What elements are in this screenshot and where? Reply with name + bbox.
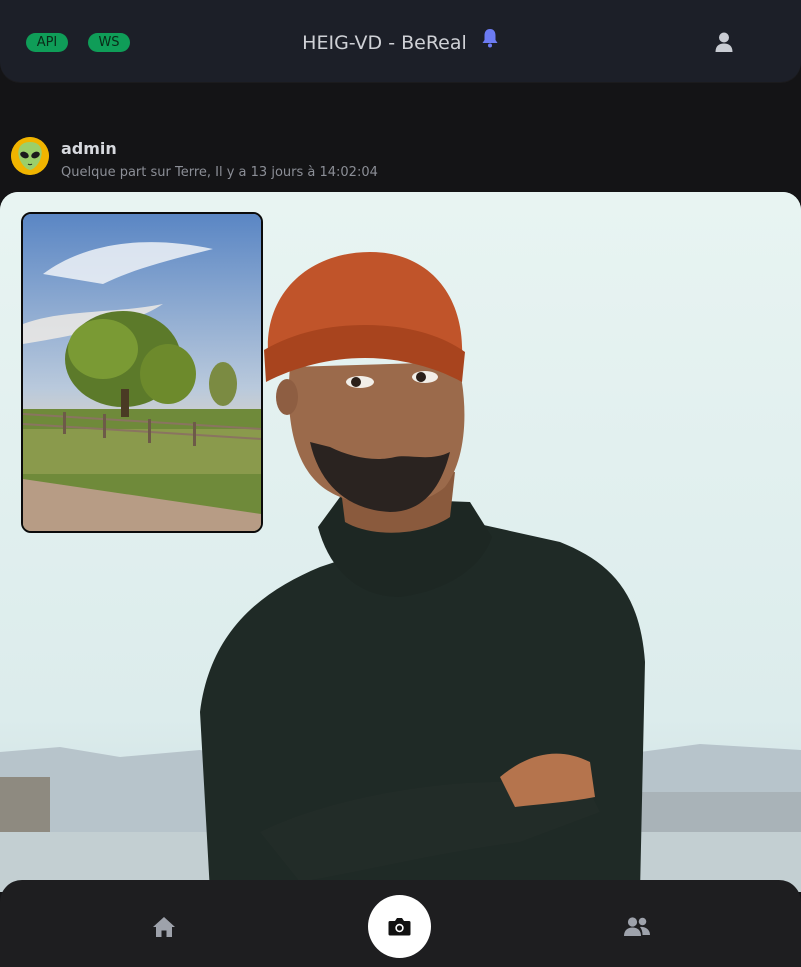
camera-button[interactable]	[368, 895, 431, 958]
camera-icon	[388, 918, 411, 936]
user-icon	[715, 32, 733, 52]
alien-avatar[interactable]	[11, 137, 49, 175]
friends-icon[interactable]	[623, 916, 651, 938]
app-title: HEIG-VD - BeReal	[302, 32, 467, 54]
post-username[interactable]: admin	[61, 139, 117, 158]
app-title-wrap: HEIG-VD - BeReal	[0, 28, 801, 58]
post-location-time: Quelque part sur Terre, Il y a 13 jours …	[61, 165, 378, 180]
bottom-navigation	[0, 880, 801, 967]
bell-icon[interactable]	[481, 27, 499, 57]
secondary-photo[interactable]	[21, 212, 263, 533]
top-header: API WS HEIG-VD - BeReal	[0, 0, 801, 82]
user-profile-button[interactable]	[712, 30, 736, 54]
home-icon[interactable]	[152, 916, 176, 938]
